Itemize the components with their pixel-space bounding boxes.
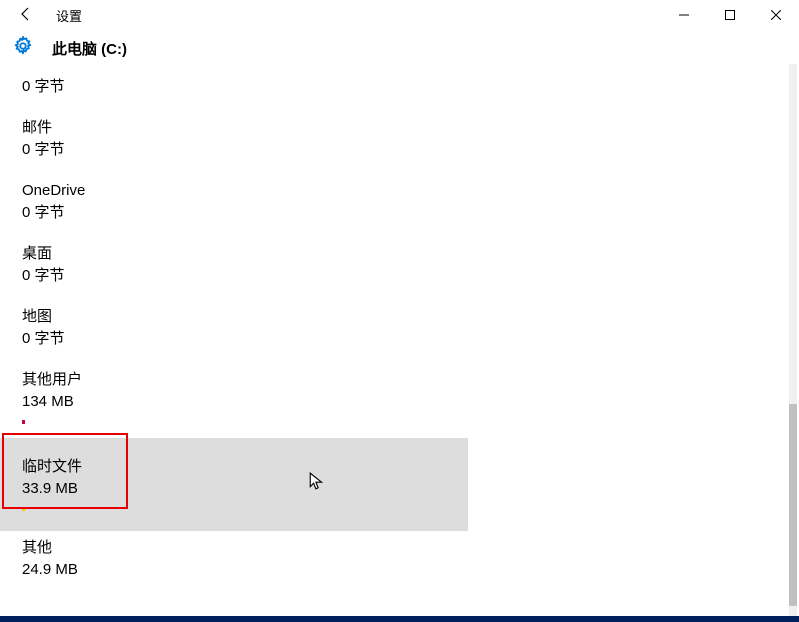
item-size: 0 字节 [22,76,468,99]
close-button[interactable] [753,0,799,30]
item-size: 0 字节 [22,265,468,288]
storage-item-maps[interactable]: 地图 0 字节 [22,300,468,363]
item-title: OneDrive [22,180,468,203]
item-size: 33.9 MB [22,478,468,501]
usage-bar [22,420,25,424]
storage-item-other[interactable]: 其他 24.9 MB [22,531,468,594]
item-size: 0 字节 [22,202,468,225]
storage-item[interactable]: 0 字节 [22,70,468,111]
storage-item-temp-files[interactable]: 临时文件 33.9 MB [0,438,468,531]
storage-item-mail[interactable]: 邮件 0 字节 [22,111,468,174]
back-button[interactable] [18,6,34,25]
taskbar-edge [0,616,799,622]
storage-item-other-users[interactable]: 其他用户 134 MB [22,363,468,438]
item-size: 0 字节 [22,328,468,351]
maximize-button[interactable] [707,0,753,30]
item-title: 其他用户 [22,369,468,392]
window-title: 设置 [56,6,82,25]
scrollbar[interactable] [789,64,797,616]
minimize-button[interactable] [661,0,707,30]
item-size: 24.9 MB [22,559,468,582]
item-title: 桌面 [22,243,468,266]
item-title: 临时文件 [22,456,468,479]
gear-icon [12,35,34,62]
item-size: 134 MB [22,391,468,414]
page-title: 此电脑 (C:) [52,38,127,59]
storage-item-onedrive[interactable]: OneDrive 0 字节 [22,174,468,237]
item-size: 0 字节 [22,139,468,162]
storage-item-desktop[interactable]: 桌面 0 字节 [22,237,468,300]
item-title: 邮件 [22,117,468,140]
scrollbar-thumb[interactable] [789,404,797,606]
usage-bar [22,507,25,511]
item-title: 地图 [22,306,468,329]
item-title: 其他 [22,537,468,560]
